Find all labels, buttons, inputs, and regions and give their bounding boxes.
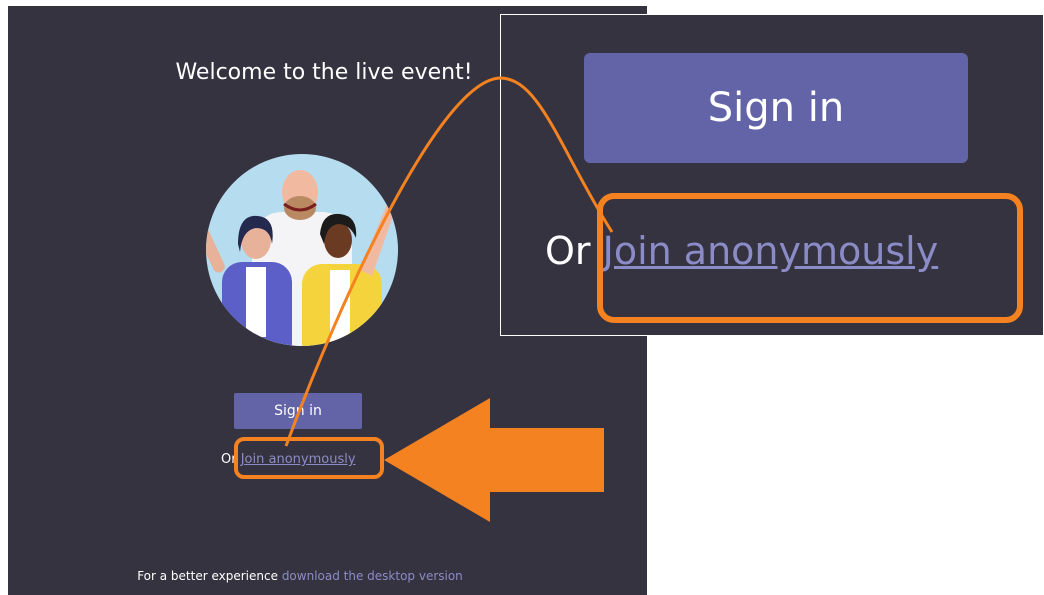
zoomed-or-text: Or xyxy=(545,229,603,273)
zoomed-join-line: Or Join anonymously xyxy=(545,229,938,273)
desktop-version-prompt: For a better experience download the des… xyxy=(8,569,592,583)
zoomed-join-anonymously-link[interactable]: Join anonymously xyxy=(603,229,939,273)
or-text: Or xyxy=(221,452,241,467)
screenshot-stage: Welcome to the live event! Sign in Or Jo… xyxy=(0,0,1044,595)
zoomed-inset: Sign in Or Join anonymously xyxy=(500,14,1044,336)
join-anonymously-link[interactable]: Join anonymously xyxy=(241,452,356,467)
footer-prefix: For a better experience xyxy=(137,569,282,583)
sign-in-button[interactable]: Sign in xyxy=(234,393,362,429)
people-waving-illustration xyxy=(206,154,398,346)
download-desktop-link[interactable]: download the desktop version xyxy=(282,569,463,583)
join-anonymously-line: Or Join anonymously xyxy=(221,452,356,467)
zoomed-sign-in-button[interactable]: Sign in xyxy=(584,53,968,163)
